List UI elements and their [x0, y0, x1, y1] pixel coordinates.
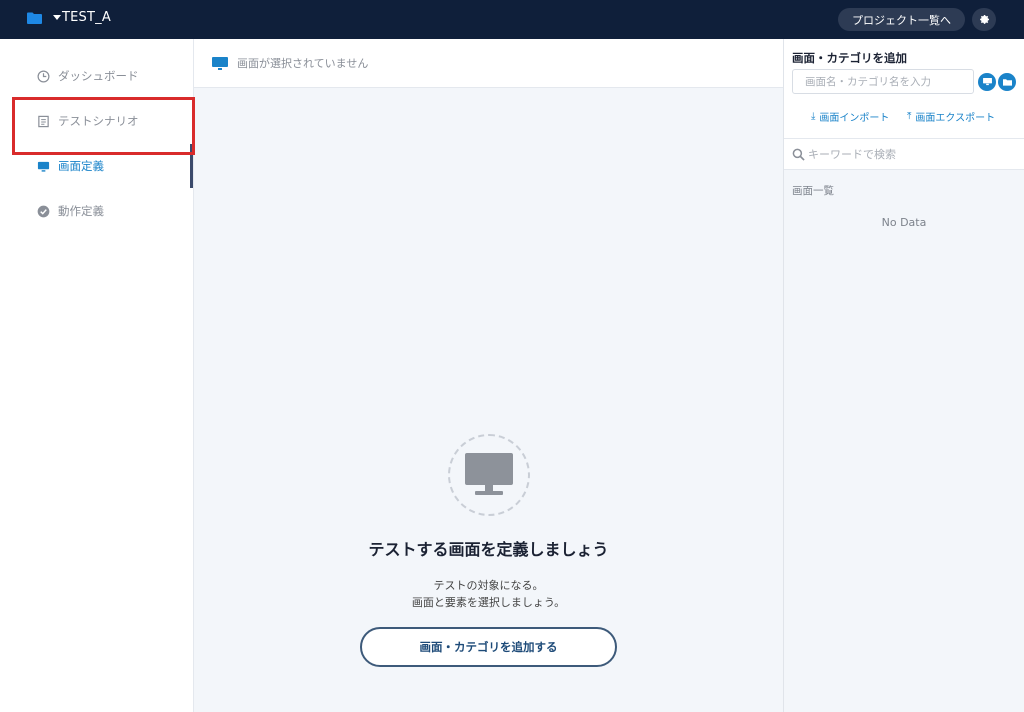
sidebar-item-screen-definition[interactable]: 画面定義: [0, 144, 193, 188]
no-data-message: No Data: [881, 216, 927, 229]
screen-import-label: 画面インポート: [819, 113, 890, 124]
add-panel: 画面・カテゴリを追加 ⤓ 画面インポート ⤒ 画面エクスポート: [784, 39, 1024, 138]
clock-icon: [36, 69, 50, 83]
sidebar: ダッシュボード テストシナリオ 画面定義 動作定義: [0, 39, 194, 712]
screen-import-link[interactable]: ⤓ 画面インポート: [811, 109, 889, 124]
folder-icon: [1002, 79, 1012, 86]
keyword-search-input[interactable]: [808, 147, 1008, 161]
empty-state-illustration: [448, 434, 530, 516]
add-category-button[interactable]: [998, 73, 1016, 91]
chevron-down-icon[interactable]: [53, 15, 61, 20]
projects-list-button[interactable]: プロジェクト一覧へ: [838, 8, 965, 31]
right-panel: 画面・カテゴリを追加 ⤓ 画面インポート ⤒ 画面エクスポート 画面一覧 No …: [783, 39, 1024, 712]
empty-state-description-line: 画面と要素を選択しましょう。: [411, 596, 566, 609]
search-bar: [784, 138, 1024, 170]
sidebar-item-label: テストシナリオ: [58, 114, 139, 128]
main-header: 画面が選択されていません: [194, 39, 783, 88]
sidebar-item-label: ダッシュボード: [58, 69, 139, 83]
monitor-icon: [36, 159, 50, 173]
empty-state-description-line: テストの対象になる。: [433, 579, 544, 592]
check-circle-icon: [36, 204, 50, 218]
gear-icon: [979, 14, 989, 24]
screen-export-label: 画面エクスポート: [915, 113, 996, 124]
add-screen-category-button[interactable]: 画面・カテゴリを追加する: [360, 627, 617, 667]
screen-category-name-input[interactable]: [792, 69, 974, 94]
selected-screen-label: 画面が選択されていません: [237, 57, 369, 70]
empty-state-description: テストの対象になる。 画面と要素を選択しましょう。: [194, 577, 783, 611]
project-name[interactable]: TEST_A: [62, 10, 111, 25]
top-bar: TEST_A プロジェクト一覧へ: [0, 0, 1024, 39]
add-screen-button[interactable]: [978, 73, 996, 91]
search-icon: [792, 148, 805, 161]
monitor-icon: [212, 56, 228, 70]
upload-icon: ⤒: [907, 111, 912, 122]
add-panel-title: 画面・カテゴリを追加: [792, 51, 907, 65]
screen-list-title: 画面一覧: [792, 185, 834, 197]
sidebar-item-test-scenario[interactable]: テストシナリオ: [0, 99, 193, 143]
document-icon: [36, 114, 50, 128]
sidebar-item-label: 画面定義: [58, 159, 104, 173]
monitor-icon: [465, 453, 513, 495]
download-icon: ⤓: [811, 111, 816, 122]
empty-state-title: テストする画面を定義しましょう: [368, 540, 609, 559]
sidebar-item-dashboard[interactable]: ダッシュボード: [0, 54, 193, 98]
sidebar-item-label: 動作定義: [58, 204, 104, 218]
screen-export-link[interactable]: ⤒ 画面エクスポート: [907, 109, 995, 124]
sidebar-item-action-definition[interactable]: 動作定義: [0, 189, 193, 233]
folder-icon[interactable]: [27, 12, 42, 24]
settings-button[interactable]: [972, 8, 996, 31]
monitor-icon: [982, 78, 992, 86]
